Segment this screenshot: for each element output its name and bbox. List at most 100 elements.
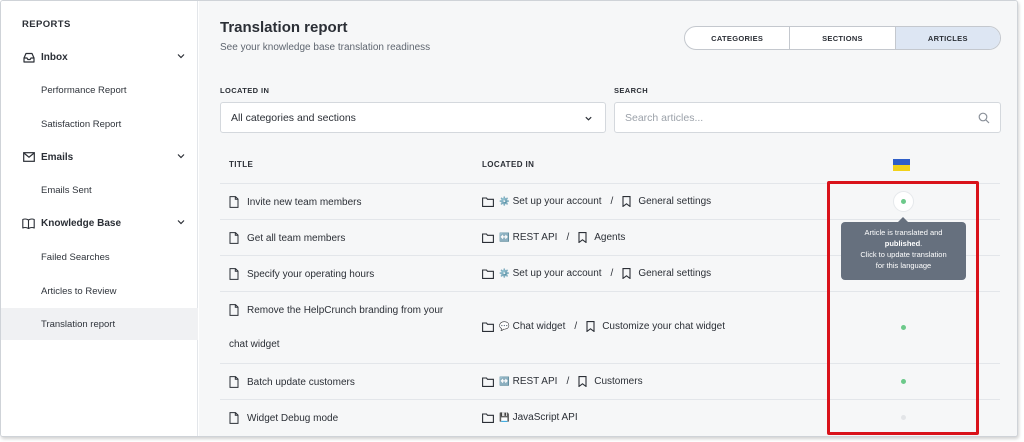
path-separator: / bbox=[574, 321, 578, 332]
sidebar-heading: REPORTS bbox=[22, 19, 71, 30]
tab-categories[interactable]: CATEGORIES bbox=[685, 27, 791, 49]
located-in-label: LOCATED IN bbox=[220, 86, 270, 95]
article-title: Specify your operating hours bbox=[247, 268, 375, 280]
path-separator: / bbox=[610, 268, 614, 279]
article-title-line-2: chat widget bbox=[229, 339, 280, 350]
article-title: Batch update customers bbox=[247, 376, 355, 388]
scrollbar[interactable] bbox=[1011, 1, 1017, 436]
book-icon bbox=[22, 217, 35, 230]
articles-table: Invite new team members ⚙️ Set up your a… bbox=[220, 183, 1000, 435]
article-title-line-1: Remove the HelpCrunch branding from your bbox=[247, 304, 444, 316]
view-tabs: CATEGORIES SECTIONS ARTICLES bbox=[684, 26, 1001, 50]
column-header-title: TITLE bbox=[229, 160, 254, 169]
tooltip-line-3: Click to update translation bbox=[860, 250, 947, 259]
path-separator: / bbox=[566, 232, 570, 243]
category-name: REST API bbox=[512, 232, 558, 243]
folder-icon bbox=[482, 196, 494, 207]
status-dot bbox=[901, 199, 906, 204]
article-title: Get all team members bbox=[247, 232, 346, 244]
folder-icon bbox=[482, 412, 494, 423]
sidebar-group-label: Emails bbox=[41, 151, 74, 163]
bookmark-icon bbox=[622, 268, 631, 279]
table-row[interactable]: Invite new team members ⚙️ Set up your a… bbox=[220, 183, 1000, 219]
sidebar-group-knowledge-base[interactable]: Knowledge Base bbox=[1, 211, 198, 235]
app-window: REPORTS Inbox Performance Report Satisfa… bbox=[0, 0, 1018, 437]
folder-icon bbox=[482, 232, 494, 243]
category-name: Set up your account bbox=[512, 268, 602, 279]
folder-icon bbox=[482, 376, 494, 387]
tooltip-line-2: published. bbox=[841, 238, 966, 249]
folder-icon bbox=[482, 321, 494, 332]
category-emoji: 💬 bbox=[499, 321, 510, 331]
bookmark-icon bbox=[578, 376, 587, 387]
main-content: Translation report See your knowledge ba… bbox=[199, 1, 1017, 436]
sidebar: REPORTS Inbox Performance Report Satisfa… bbox=[1, 1, 198, 436]
document-icon bbox=[229, 376, 239, 388]
tab-sections[interactable]: SECTIONS bbox=[790, 27, 896, 49]
tooltip-bold-status: published bbox=[884, 239, 921, 248]
tooltip-line-4: for this language bbox=[875, 261, 932, 270]
sidebar-item-failed-searches[interactable]: Failed Searches bbox=[1, 241, 198, 273]
page-title: Translation report bbox=[220, 19, 348, 36]
section-name: Customers bbox=[594, 376, 643, 387]
path-separator: / bbox=[610, 196, 614, 207]
document-icon bbox=[229, 232, 239, 244]
document-icon bbox=[229, 304, 239, 316]
document-icon bbox=[229, 196, 239, 208]
sidebar-item-performance-report[interactable]: Performance Report bbox=[1, 74, 198, 106]
sidebar-group-label: Knowledge Base bbox=[41, 217, 122, 229]
email-icon bbox=[22, 151, 35, 164]
article-title: Widget Debug mode bbox=[247, 412, 339, 424]
document-icon bbox=[229, 268, 239, 280]
translation-status-published[interactable] bbox=[901, 379, 906, 384]
translation-status-tooltip: Article is translated and published. Cli… bbox=[841, 217, 966, 280]
chevron-down-icon bbox=[177, 54, 185, 59]
tooltip-line-1: Article is translated and bbox=[864, 228, 943, 237]
sidebar-group-emails[interactable]: Emails bbox=[1, 145, 198, 169]
page-subtitle: See your knowledge base translation read… bbox=[220, 42, 431, 53]
category-emoji: ⚙️ bbox=[499, 268, 510, 278]
translation-status-not-translated[interactable] bbox=[901, 415, 906, 420]
path-separator: / bbox=[566, 376, 570, 387]
category-emoji: ⚙️ bbox=[499, 196, 510, 206]
section-name: General settings bbox=[638, 196, 712, 207]
document-icon bbox=[229, 412, 239, 424]
located-in-value: All categories and sections bbox=[231, 111, 356, 124]
chevron-down-icon bbox=[177, 220, 185, 225]
translation-status-published[interactable] bbox=[893, 191, 914, 212]
ukraine-flag-icon bbox=[893, 159, 910, 171]
table-row[interactable]: Widget Debug mode 💾 JavaScript API bbox=[220, 399, 1000, 435]
section-name: Agents bbox=[594, 232, 626, 243]
search-label: SEARCH bbox=[614, 86, 649, 95]
search-box bbox=[614, 102, 1001, 133]
section-name: General settings bbox=[638, 268, 712, 279]
sidebar-item-emails-sent[interactable]: Emails Sent bbox=[1, 174, 198, 206]
search-icon[interactable] bbox=[978, 112, 990, 124]
category-name: REST API bbox=[512, 376, 558, 387]
bookmark-icon bbox=[578, 232, 587, 243]
bookmark-icon bbox=[622, 196, 631, 207]
category-emoji: 💾 bbox=[499, 412, 510, 422]
inbox-icon bbox=[22, 51, 35, 64]
search-input[interactable] bbox=[615, 103, 1000, 132]
sidebar-group-label: Inbox bbox=[41, 51, 68, 63]
category-name: JavaScript API bbox=[512, 412, 578, 423]
section-name: Customize your chat widget bbox=[602, 321, 726, 332]
sidebar-item-satisfaction-report[interactable]: Satisfaction Report bbox=[1, 108, 198, 140]
chevron-down-icon bbox=[177, 154, 185, 159]
table-row[interactable]: Batch update customers ↔️ REST API / Cus… bbox=[220, 363, 1000, 399]
category-emoji: ↔️ bbox=[499, 232, 510, 242]
category-name: Chat widget bbox=[512, 321, 566, 332]
translation-status-published[interactable] bbox=[901, 325, 906, 330]
sidebar-item-translation-report[interactable]: Translation report bbox=[1, 308, 198, 340]
article-title: Invite new team members bbox=[247, 196, 362, 208]
sidebar-group-inbox[interactable]: Inbox bbox=[1, 45, 198, 69]
sidebar-item-articles-to-review[interactable]: Articles to Review bbox=[1, 275, 198, 307]
bookmark-icon bbox=[586, 321, 595, 332]
tab-articles[interactable]: ARTICLES bbox=[895, 27, 1000, 49]
column-header-located-in: LOCATED IN bbox=[482, 160, 535, 169]
tooltip-period: . bbox=[920, 239, 923, 248]
table-row[interactable]: Remove the HelpCrunch branding from your… bbox=[220, 291, 1000, 363]
located-in-select[interactable]: All categories and sections bbox=[220, 102, 606, 133]
category-name: Set up your account bbox=[512, 196, 602, 207]
